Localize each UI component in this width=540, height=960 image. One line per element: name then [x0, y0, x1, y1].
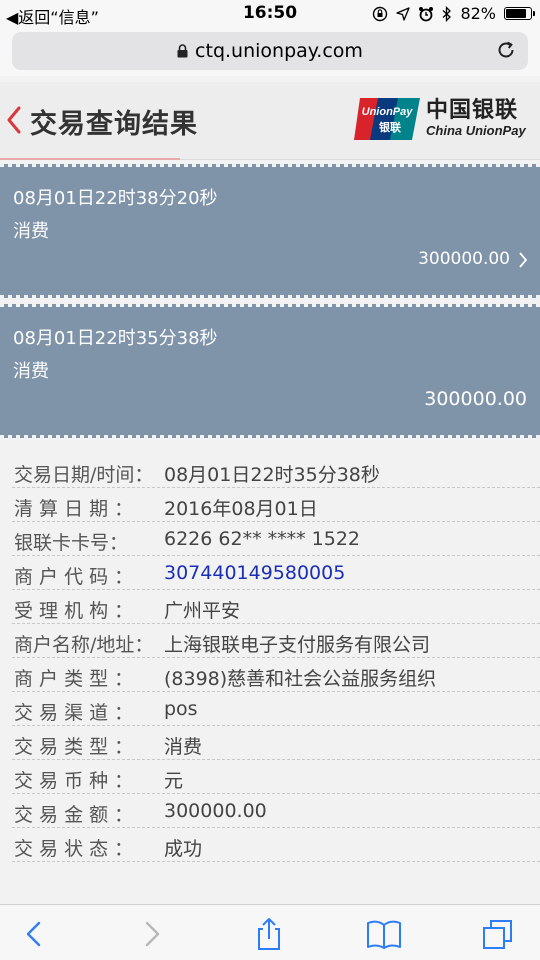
- detail-label: 交易日期/时间：: [14, 464, 154, 486]
- detail-value: 6226 62** **** 1522: [164, 528, 361, 550]
- detail-row-transaction-type: 交 易 类 型 ： 消费: [12, 726, 540, 760]
- transaction-card[interactable]: 08月01日22时38分20秒 消费 300000.00: [0, 164, 540, 298]
- app-header: 交易查询结果 UnionPay 银联 中国银联 China UnionPay: [0, 82, 540, 160]
- transaction-amount: 300000.00: [424, 388, 527, 410]
- page-title: 交易查询结果: [30, 109, 198, 140]
- reload-icon[interactable]: [496, 40, 516, 60]
- chevron-right-icon: [519, 252, 528, 268]
- tabs-icon[interactable]: [480, 917, 516, 951]
- battery-level: [506, 9, 526, 18]
- merchant-code-link[interactable]: 307440149580005: [164, 562, 345, 584]
- transaction-card[interactable]: 08月01日22时35分38秒 消费 300000.00: [0, 304, 540, 438]
- unionpay-logo: UnionPay 银联 中国银联 China UnionPay: [354, 98, 526, 140]
- detail-value: 08月01日22时35分38秒: [164, 464, 380, 486]
- detail-row-card-number: 银联卡卡号： 6226 62** **** 1522: [12, 522, 540, 556]
- detail-row-channel: 交 易 渠 道 ： pos: [12, 692, 540, 726]
- transaction-type: 消费: [13, 221, 49, 242]
- detail-row-datetime: 交易日期/时间： 08月01日22时35分38秒: [12, 454, 540, 488]
- detail-value: 消费: [164, 736, 203, 758]
- orientation-lock-icon: [373, 6, 388, 21]
- back-chevron-icon[interactable]: [6, 106, 22, 134]
- logo-badge-line1: UnionPay: [362, 106, 414, 118]
- bluetooth-icon: [442, 5, 452, 22]
- transaction-amount: 300000.00: [418, 249, 510, 269]
- detail-label: 清 算 日 期 ：: [14, 498, 134, 520]
- detail-row-merchant-code: 商 户 代 码 ： 307440149580005: [12, 556, 540, 590]
- logo-english: China UnionPay: [426, 123, 526, 138]
- lock-icon: [177, 44, 188, 58]
- detail-value: 300000.00: [164, 800, 267, 822]
- detail-value: (8398)慈善和社会公益服务组织: [164, 668, 437, 690]
- detail-label: 交 易 金 额 ：: [14, 804, 134, 826]
- detail-value: 2016年08月01日: [164, 498, 318, 520]
- detail-row-amount: 交 易 金 额 ： 300000.00: [12, 794, 540, 828]
- detail-row-merchant-type: 商 户 类 型 ： (8398)慈善和社会公益服务组织: [12, 658, 540, 692]
- url-text: ctq.unionpay.com: [195, 40, 363, 62]
- browser-back-icon[interactable]: [16, 917, 52, 951]
- browser-forward-icon[interactable]: [134, 917, 170, 951]
- status-bar: ◀返回“信息” 16:50 82%: [0, 0, 540, 28]
- transaction-datetime: 08月01日22时38分20秒: [13, 188, 218, 209]
- detail-row-merchant-name: 商户名称/地址： 上海银联电子支付服务有限公司: [12, 624, 540, 658]
- battery-icon: [504, 7, 535, 20]
- header-underline: [0, 158, 180, 160]
- share-icon[interactable]: [251, 917, 287, 951]
- detail-label: 商户名称/地址：: [14, 634, 154, 656]
- logo-chinese: 中国银联: [426, 98, 519, 123]
- detail-label: 商 户 类 型 ：: [14, 668, 134, 690]
- detail-value: pos: [164, 698, 198, 720]
- bookmarks-icon[interactable]: [366, 917, 402, 951]
- transaction-type: 消费: [13, 361, 49, 382]
- detail-value: 上海银联电子支付服务有限公司: [164, 634, 431, 656]
- detail-row-currency: 交 易 币 种 ： 元: [12, 760, 540, 794]
- transaction-datetime: 08月01日22时35分38秒: [13, 328, 218, 349]
- logo-badge-line2: 银联: [379, 120, 401, 134]
- detail-label: 商 户 代 码 ：: [14, 566, 134, 588]
- detail-value: 元: [164, 770, 184, 792]
- detail-label: 银联卡卡号：: [14, 532, 129, 554]
- detail-value: 成功: [164, 838, 203, 860]
- detail-row-status: 交 易 状 态 ： 成功: [12, 828, 540, 862]
- detail-label: 交 易 渠 道 ：: [14, 702, 134, 724]
- detail-row-acquirer: 受 理 机 构 ： 广州平安: [12, 590, 540, 624]
- unionpay-badge-icon: UnionPay 银联: [354, 98, 420, 140]
- detail-row-settlement-date: 清 算 日 期 ： 2016年08月01日: [12, 488, 540, 522]
- detail-label: 交 易 类 型 ：: [14, 736, 134, 758]
- detail-label: 交 易 状 态 ：: [14, 838, 134, 860]
- transaction-details: 交易日期/时间： 08月01日22时35分38秒 清 算 日 期 ： 2016年…: [0, 452, 540, 872]
- detail-label: 交 易 币 种 ：: [14, 770, 134, 792]
- alarm-icon: [419, 6, 434, 21]
- location-icon: [396, 6, 411, 21]
- battery-percent: 82%: [460, 4, 496, 23]
- address-bar[interactable]: ctq.unionpay.com: [12, 32, 528, 70]
- detail-value: 广州平安: [164, 600, 241, 622]
- browser-toolbar: [0, 904, 540, 960]
- detail-label: 受 理 机 构 ：: [14, 600, 134, 622]
- browser-address-area: ctq.unionpay.com: [0, 28, 540, 76]
